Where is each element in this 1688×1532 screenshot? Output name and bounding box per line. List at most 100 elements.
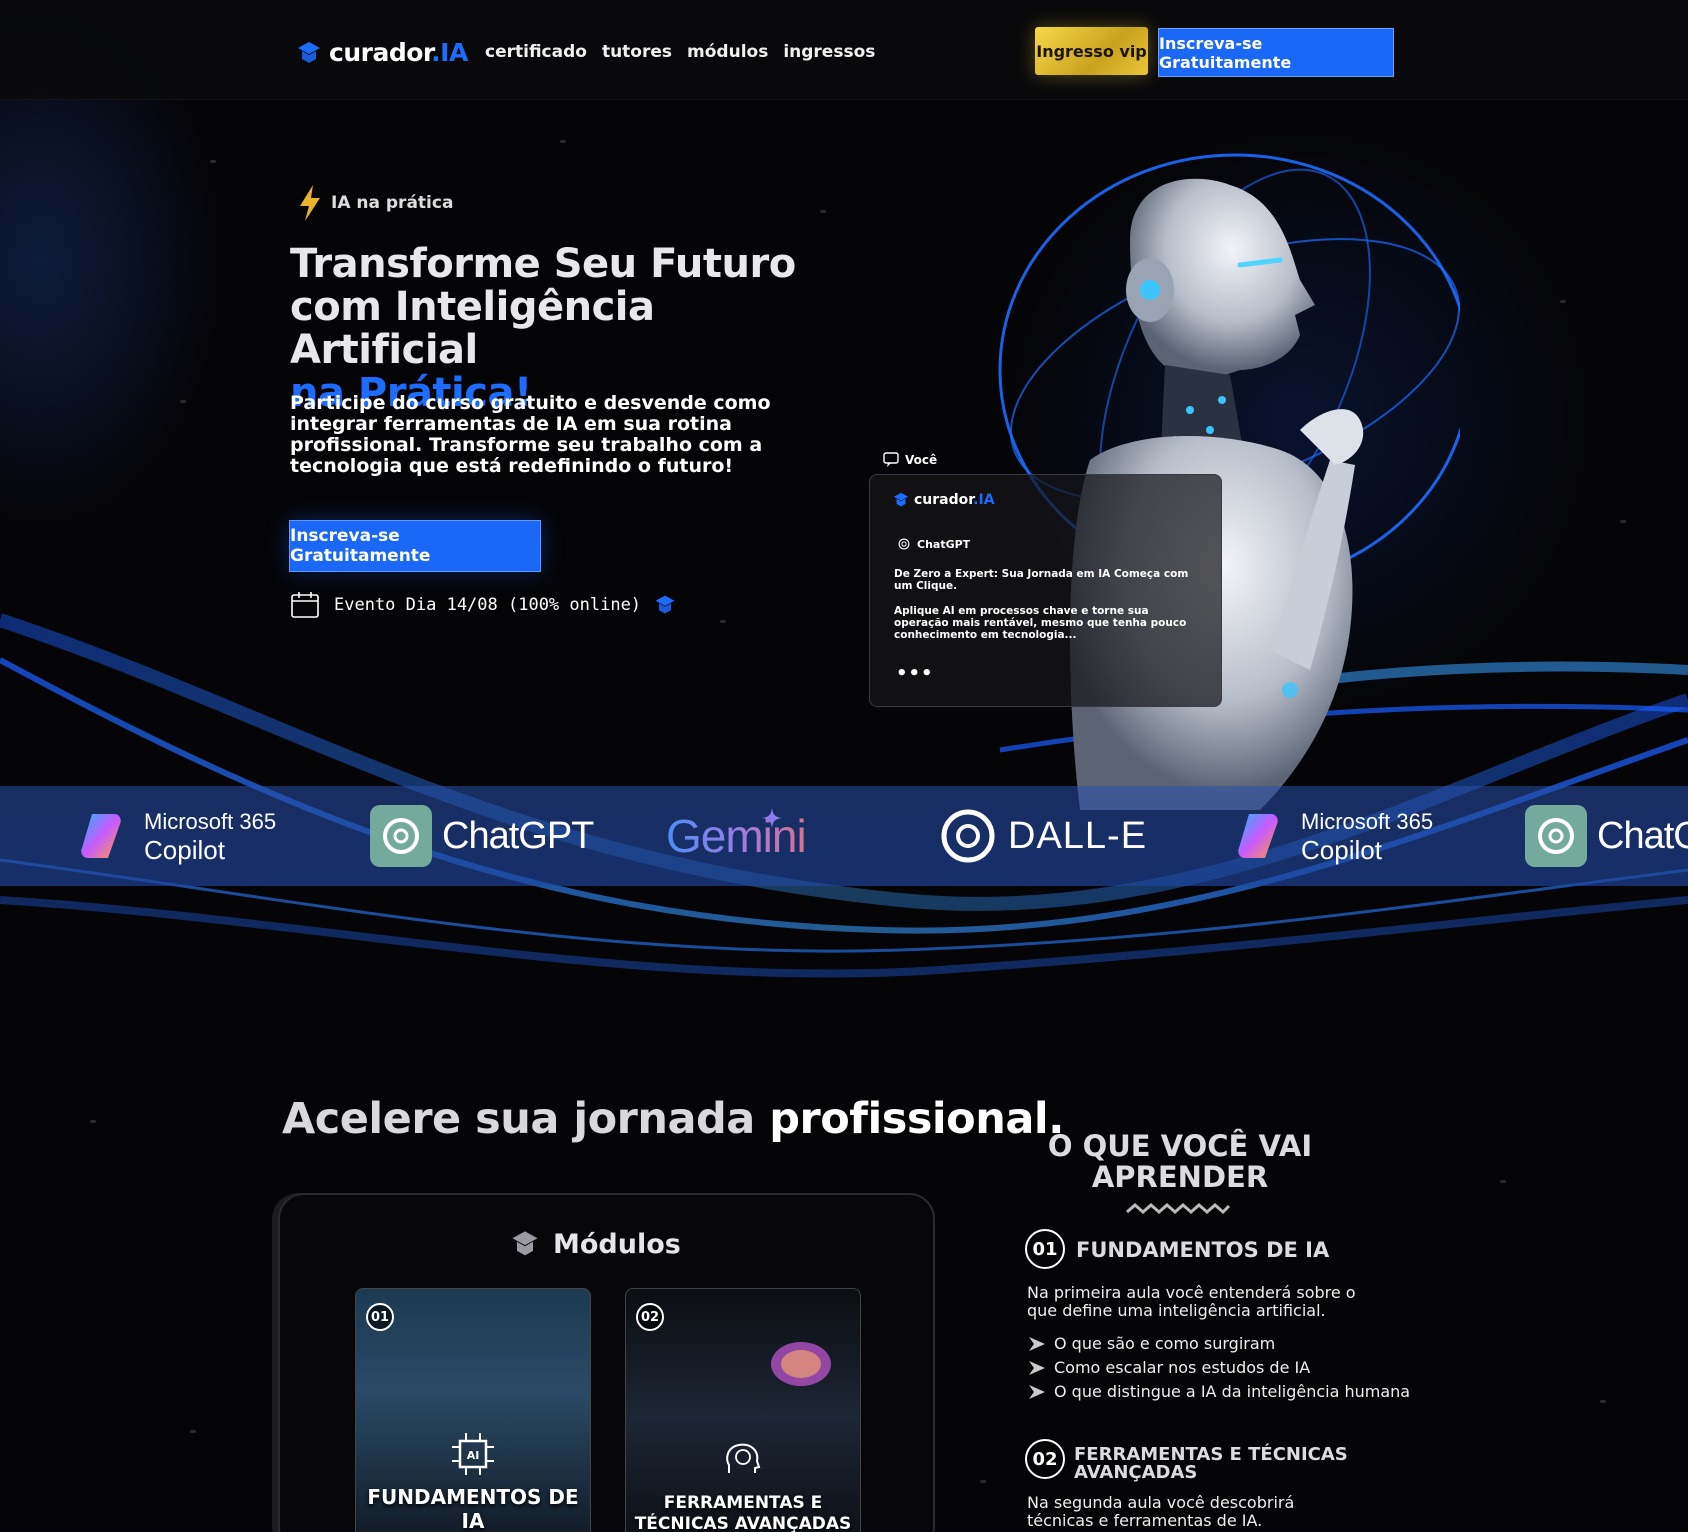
nav-signup-button[interactable]: Inscreva-se Gratuitamente (1158, 28, 1394, 77)
sparkle-icon (762, 808, 782, 828)
event-date-text: Evento Dia 14/08 (100% online) (334, 595, 642, 615)
lesson-description: Na segunda aula você descobrirá técnicas… (1027, 1493, 1295, 1530)
graduation-cap-icon (893, 492, 909, 507)
tool-copilot-line1: Microsoft 365 (144, 809, 277, 834)
speckle (210, 160, 216, 163)
lesson-bullet: O que distingue a IA da inteligência hum… (1028, 1382, 1410, 1401)
speckle (980, 1480, 986, 1483)
speckle (1560, 300, 1566, 303)
arrow-bullet-icon (1029, 1336, 1045, 1351)
tool-copilot-line2: Copilot (144, 835, 225, 865)
chat-user-name: Você (905, 453, 938, 467)
ai-chip-icon: AI (452, 1433, 494, 1475)
arrow-bullet-icon (1029, 1384, 1045, 1399)
nav-links: certificado tutores módulos ingressos (485, 42, 875, 62)
tool-copilot-text: Microsoft 365 Copilot (144, 808, 276, 864)
hero-tag: IA na prática (297, 184, 453, 222)
tool-dalle: DALL-E (938, 786, 1147, 886)
learn-title: O QUE VOCÊ VAI APRENDER (1047, 1129, 1313, 1194)
speckle (560, 140, 566, 143)
graduation-cap-icon (298, 41, 320, 63)
tool-copilot: Microsoft 365 Copilot (74, 786, 276, 886)
chat-preview-card: curador.IA ChatGPT De Zero a Expert: Sua… (869, 474, 1222, 707)
hero-signup-button[interactable]: Inscreva-se Gratuitamente (289, 520, 541, 572)
landing-page: curador.IA certificado tutores módulos i… (0, 0, 1688, 1532)
tool-chatgpt-text: ChatGPT (442, 814, 594, 857)
svg-text:AI: AI (467, 1449, 480, 1462)
chat-brand-logo: curador.IA (892, 491, 1199, 509)
nav-link-ingressos[interactable]: ingressos (783, 42, 875, 62)
speckle (820, 210, 826, 213)
tool-chatgpt-text: ChatG (1597, 814, 1688, 857)
module-tile-1[interactable]: 01 AI FUNDAMENTOS DE IA (355, 1288, 591, 1532)
top-navbar: curador.IA certificado tutores módulos i… (0, 0, 1688, 100)
tool-gemini-text: Gemini (666, 810, 807, 862)
calendar-icon (291, 592, 319, 618)
speckle (1620, 520, 1626, 523)
module-tile-2[interactable]: 02 FERRAMENTAS E TÉCNICAS AVANÇADAS (625, 1288, 861, 1532)
copilot-icon (81, 814, 121, 858)
brand-logo-text: curador.IA (329, 38, 468, 67)
chat-message-2: Aplique AI em processos chave e torne su… (894, 605, 1187, 641)
speckle (180, 400, 186, 403)
arrow-bullet-icon (1029, 1360, 1045, 1375)
openai-icon (898, 538, 910, 550)
lesson-bullet-text: Como escalar nos estudos de IA (1054, 1358, 1311, 1377)
chat-brand-text: curador.IA (914, 492, 995, 508)
glowing-brain-graphic (771, 1342, 831, 1386)
graduation-cap-icon (655, 595, 675, 614)
modules-heading: Módulos (509, 1228, 681, 1260)
module-number: 02 (636, 1303, 664, 1331)
brand-logo[interactable]: curador.IA (295, 38, 468, 67)
tool-copilot: Microsoft 365 Copilot (1231, 786, 1433, 886)
hero-title-line2: com Inteligência Artificial (290, 284, 655, 373)
tool-copilot-line2: Copilot (1301, 835, 1382, 865)
lesson-number: 01 (1025, 1229, 1065, 1269)
lesson-title: FERRAMENTAS E TÉCNICAS AVANÇADAS (1074, 1444, 1348, 1483)
hero-tag-text: IA na prática (331, 193, 454, 213)
tool-gemini: Gemini (666, 786, 807, 886)
graduation-cap-icon (512, 1231, 538, 1256)
typing-indicator: ••• (896, 663, 934, 684)
vip-ticket-button[interactable]: Ingresso vip (1035, 27, 1148, 75)
chatgpt-icon (370, 805, 432, 867)
tool-copilot-line1: Microsoft 365 (1301, 809, 1434, 834)
zigzag-divider (1126, 1203, 1231, 1215)
nav-link-modulos[interactable]: módulos (687, 42, 768, 62)
section-title-strong: profissional. (769, 1094, 1064, 1144)
speckle (90, 1120, 96, 1123)
lightning-icon (300, 185, 320, 221)
chat-user-label: Você (883, 452, 937, 468)
modules-heading-text: Módulos (553, 1228, 681, 1260)
nav-link-tutores[interactable]: tutores (602, 42, 672, 62)
tool-dalle-text: DALL-E (1008, 814, 1148, 857)
lesson-title: FUNDAMENTOS DE IA (1076, 1238, 1330, 1262)
chat-message-1: De Zero a Expert: Sua Jornada em IA Come… (894, 568, 1189, 592)
tool-chatgpt: ChatGPT (370, 786, 594, 886)
openai-icon (941, 809, 995, 863)
module-number: 01 (366, 1303, 394, 1331)
module-title: FUNDAMENTOS DE IA (367, 1485, 579, 1532)
brain-head-icon (726, 1443, 761, 1473)
ai-tools-strip: Microsoft 365 Copilot ChatGPT Gemini DAL… (0, 786, 1688, 886)
lesson-bullet: Como escalar nos estudos de IA (1028, 1358, 1310, 1377)
speckle (190, 1430, 196, 1433)
chatgpt-icon (1525, 805, 1587, 867)
lesson-bullet-text: O que são e como surgiram (1054, 1334, 1276, 1353)
tool-chatgpt: ChatG (1525, 786, 1688, 886)
section-title-light: Acelere sua jornada (282, 1094, 755, 1144)
nav-link-certificado[interactable]: certificado (485, 42, 587, 62)
lesson-bullet: O que são e como surgiram (1028, 1334, 1275, 1353)
section-title: Acelere sua jornada profissional. (282, 1094, 1064, 1144)
chat-bubble-icon (883, 452, 899, 467)
ai-robot-illustration (998, 153, 1460, 810)
hero-title-line1: Transforme Seu Futuro (290, 241, 796, 287)
lesson-description: Na primeira aula você entenderá sobre o … (1027, 1283, 1356, 1320)
module-title: FERRAMENTAS E TÉCNICAS AVANÇADAS (634, 1493, 852, 1532)
chat-bot-label: ChatGPT (897, 537, 970, 551)
lesson-bullet-text: O que distingue a IA da inteligência hum… (1054, 1382, 1411, 1401)
lesson-number: 02 (1025, 1439, 1065, 1479)
hero-subtitle: Participe do curso gratuito e desvende c… (290, 392, 771, 477)
copilot-icon (1238, 814, 1278, 858)
speckle (1500, 1180, 1506, 1183)
